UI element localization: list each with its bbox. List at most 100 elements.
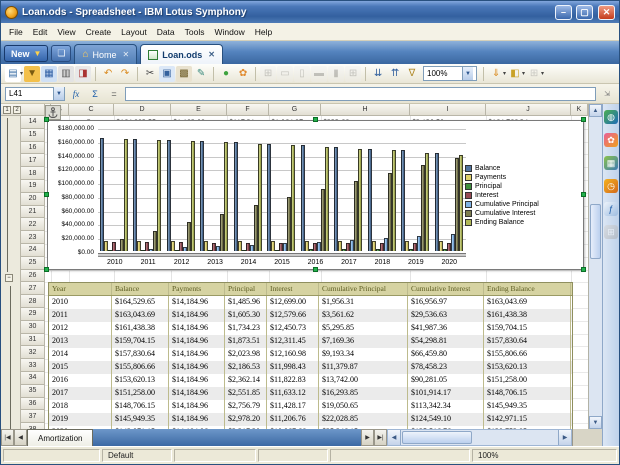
new-document-button[interactable]: ▤: [5, 66, 21, 82]
row-header-20[interactable]: 20: [21, 193, 45, 206]
row-header-17[interactable]: 17: [21, 154, 45, 167]
table-cell[interactable]: $161,438.38: [484, 309, 571, 322]
table-cell[interactable]: $161,438.38: [112, 322, 169, 335]
row-header-25[interactable]: 25: [21, 257, 45, 270]
table-cell[interactable]: $14,184.96: [169, 374, 225, 387]
table-cell[interactable]: $11,428.17: [267, 400, 319, 413]
table-cell[interactable]: $145,949.35: [112, 413, 169, 426]
row-header-37[interactable]: 37: [21, 410, 45, 423]
row-header-21[interactable]: 21: [21, 206, 45, 219]
column-header-D[interactable]: D: [114, 104, 171, 116]
table-cell[interactable]: $145,949.35: [484, 400, 571, 413]
filter-button[interactable]: ∇: [404, 66, 420, 82]
table-cell[interactable]: $14,184.96: [169, 413, 225, 426]
selection-handle[interactable]: [581, 192, 586, 197]
table-cell[interactable]: $153,620.13: [484, 361, 571, 374]
copy-button[interactable]: ▣: [159, 66, 175, 82]
table-cell[interactable]: $10,967.66: [267, 426, 319, 429]
selection-handle[interactable]: [44, 192, 49, 197]
formula-input[interactable]: [125, 87, 596, 101]
table-cell[interactable]: $14,184.96: [169, 361, 225, 374]
table-cell[interactable]: $11,633.12: [267, 387, 319, 400]
row-header-24[interactable]: 24: [21, 244, 45, 257]
selection-handle[interactable]: [581, 267, 586, 272]
menu-data[interactable]: Data: [152, 25, 180, 39]
menu-layout[interactable]: Layout: [116, 25, 152, 39]
row-header-18[interactable]: 18: [21, 167, 45, 180]
table-cell[interactable]: $13,742.00: [319, 374, 408, 387]
new-button[interactable]: New ▼: [4, 45, 48, 62]
row-header-19[interactable]: 19: [21, 180, 45, 193]
table-cell[interactable]: $124,549.10: [408, 413, 484, 426]
table-header-cell[interactable]: Interest: [267, 283, 319, 295]
table-cell[interactable]: $78,458.23: [408, 361, 484, 374]
column-header-G[interactable]: G: [269, 104, 321, 116]
row-header-35[interactable]: 35: [21, 385, 45, 398]
menu-help[interactable]: Help: [250, 25, 277, 39]
table-cell[interactable]: $12,450.73: [267, 322, 319, 335]
close-button[interactable]: ✕: [598, 5, 615, 20]
table-cell[interactable]: $148,706.15: [484, 387, 571, 400]
chevron-down-icon[interactable]: ▾: [503, 70, 506, 77]
row-header-34[interactable]: 34: [21, 372, 45, 385]
table-cell[interactable]: $11,998.43: [267, 361, 319, 374]
expand-formula-bar-icon[interactable]: ⇲: [599, 86, 615, 101]
table-cell[interactable]: $12,579.66: [267, 309, 319, 322]
table-cell[interactable]: $1,485.96: [225, 296, 267, 309]
table-cell[interactable]: 2018: [49, 400, 112, 413]
table-cell[interactable]: $29,536.63: [408, 309, 484, 322]
row-header-31[interactable]: 31: [21, 334, 45, 347]
selection-handle[interactable]: [313, 267, 318, 272]
selection-handle[interactable]: [581, 117, 586, 122]
table-cell[interactable]: $101,914.17: [408, 387, 484, 400]
table-cell[interactable]: $1,605.30: [225, 309, 267, 322]
table-cell[interactable]: $5,295.85: [319, 322, 408, 335]
table-cell[interactable]: $1,734.23: [225, 322, 267, 335]
equals-icon[interactable]: =: [106, 86, 122, 101]
column-header-J[interactable]: J: [486, 104, 571, 116]
table-cell[interactable]: $157,830.64: [484, 335, 571, 348]
table-cell[interactable]: $113,342.34: [408, 400, 484, 413]
selection-handle[interactable]: [44, 267, 49, 272]
table-cell[interactable]: $164,529.65: [112, 296, 169, 309]
table-cell[interactable]: 2014: [49, 348, 112, 361]
menu-window[interactable]: Window: [210, 25, 250, 39]
paste-button[interactable]: ▩: [176, 66, 192, 82]
gallery-button[interactable]: ✿: [235, 66, 251, 82]
table-cell[interactable]: $14,184.96: [169, 322, 225, 335]
table-cell[interactable]: 2013: [49, 335, 112, 348]
chevron-down-icon[interactable]: ▼: [53, 87, 64, 100]
menu-file[interactable]: File: [4, 25, 28, 39]
maximize-button[interactable]: ▢: [576, 5, 593, 20]
table-cell[interactable]: $11,822.83: [267, 374, 319, 387]
format-paintbrush-button[interactable]: ✎: [193, 66, 209, 82]
cell-reference-box[interactable]: L41 ▼: [5, 87, 65, 101]
table-cell[interactable]: $14,184.96: [169, 400, 225, 413]
sum-icon[interactable]: Σ: [87, 86, 103, 101]
table-header-cell[interactable]: Ending Balance: [484, 283, 571, 295]
outline-collapse-button[interactable]: −: [5, 274, 13, 282]
table-cell[interactable]: $14,184.96: [169, 335, 225, 348]
tab-home-close-icon[interactable]: ✕: [123, 50, 130, 59]
zoom-select[interactable]: 100%▼: [423, 66, 477, 81]
table-cell[interactable]: $148,706.15: [112, 400, 169, 413]
table-cell[interactable]: 2015: [49, 361, 112, 374]
tab-loan-ods-close-icon[interactable]: ✕: [208, 50, 215, 59]
table-cell[interactable]: 2010: [49, 296, 112, 309]
column-header-K[interactable]: K: [571, 104, 588, 116]
table-cell[interactable]: $3,217.30: [225, 426, 267, 429]
table-cell[interactable]: $163,043.69: [112, 309, 169, 322]
table-cell[interactable]: 2016: [49, 374, 112, 387]
table-header-cell[interactable]: Principal: [225, 283, 267, 295]
tab-loan-ods[interactable]: Loan.ods ✕: [140, 44, 223, 64]
column-header-E[interactable]: E: [171, 104, 227, 116]
fill-color-button[interactable]: ◧: [507, 66, 523, 82]
print-button[interactable]: ▥: [58, 66, 74, 82]
selection-handle[interactable]: [44, 117, 49, 122]
table-cell[interactable]: $2,551.85: [225, 387, 267, 400]
chevron-down-icon[interactable]: ▾: [522, 70, 525, 77]
vertical-scrollbar[interactable]: ▲ ▼: [588, 104, 602, 429]
table-cell[interactable]: $41,987.36: [408, 322, 484, 335]
previous-sheet-button[interactable]: ◀: [14, 429, 27, 446]
table-cell[interactable]: $157,830.64: [112, 348, 169, 361]
